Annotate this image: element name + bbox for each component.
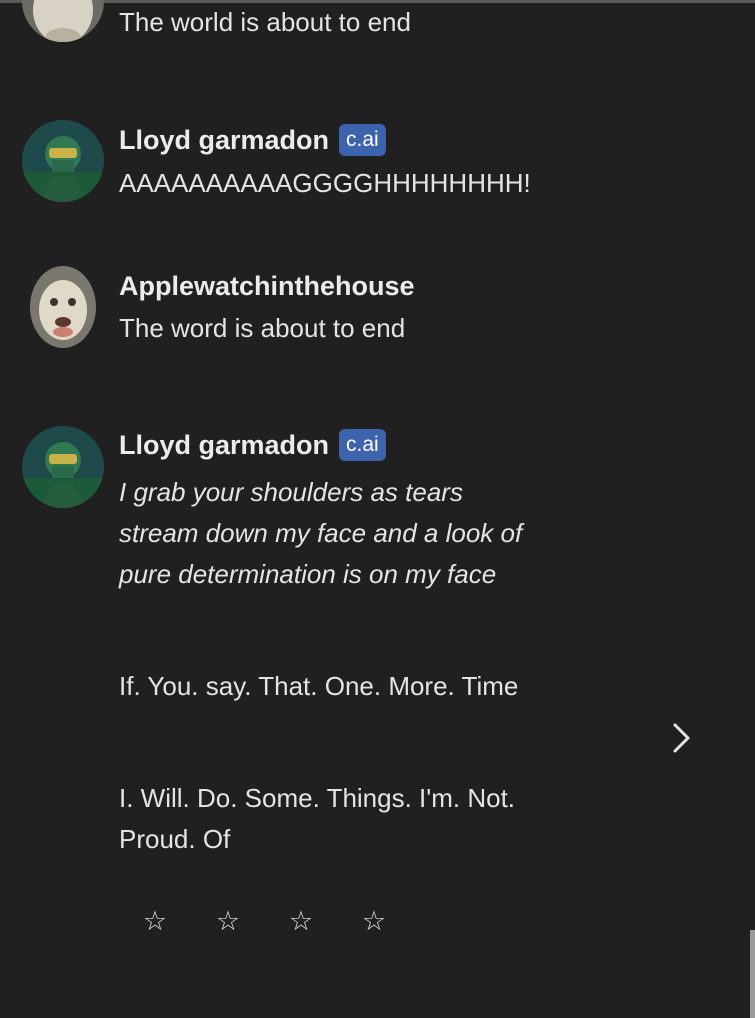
cai-badge: c.ai	[339, 124, 386, 156]
message-text: AAAAAAAAAAGGGGHHHHHHHH!	[119, 168, 531, 198]
message-text: If. You. say. That. One. More. Time	[119, 671, 519, 701]
dog-avatar-icon	[30, 266, 96, 348]
message-action-line: stream down my face and a look of	[119, 518, 523, 548]
dog-avatar-icon	[22, 0, 104, 42]
ninja-avatar-icon	[22, 120, 104, 202]
star-icon[interactable]: ☆	[357, 905, 391, 939]
character-avatar[interactable]	[22, 426, 104, 508]
chevron-right-icon	[673, 723, 690, 753]
user-avatar[interactable]	[22, 0, 104, 42]
message-action-line: I grab your shoulders as tears	[119, 477, 463, 507]
message-text: I. Will. Do. Some. Things. I'm. Not.	[119, 783, 516, 813]
message-text: The word is about to end	[119, 313, 406, 343]
star-icon[interactable]: ☆	[211, 905, 245, 939]
rating-stars: ☆ ☆ ☆ ☆	[138, 905, 430, 939]
user-avatar[interactable]	[30, 266, 96, 348]
author-name[interactable]: Applewatchinthehouse	[119, 271, 415, 302]
message-text: Proud. Of	[119, 824, 231, 854]
star-icon[interactable]: ☆	[138, 905, 172, 939]
character-avatar[interactable]	[22, 120, 104, 202]
author-name[interactable]: Lloyd garmadon	[119, 430, 329, 461]
message-text: The world is about to end	[119, 7, 411, 37]
next-response-button[interactable]	[662, 718, 700, 758]
ninja-avatar-icon	[22, 426, 104, 508]
scrollbar-thumb[interactable]	[750, 930, 755, 1018]
author-name[interactable]: Lloyd garmadon	[119, 125, 329, 156]
cai-badge: c.ai	[339, 429, 386, 461]
message-action-line: pure determination is on my face	[119, 559, 497, 589]
star-icon[interactable]: ☆	[284, 905, 318, 939]
